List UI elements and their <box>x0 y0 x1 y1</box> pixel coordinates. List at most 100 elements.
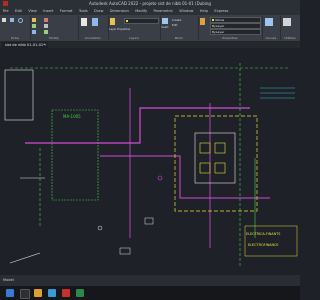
panel-room <box>174 115 258 212</box>
equipment-outline <box>4 69 34 121</box>
line-icon <box>2 18 6 22</box>
os-taskbar <box>0 286 300 300</box>
insert-label: Insert <box>161 26 169 29</box>
insert-block-button[interactable] <box>162 18 169 24</box>
model-space-label[interactable]: Model <box>3 278 14 282</box>
ribbon-group-label: Properties <box>222 36 238 40</box>
menu-item-format[interactable]: Format <box>57 7 75 15</box>
search-icon[interactable] <box>20 289 30 299</box>
rotate-icon <box>32 24 36 28</box>
ribbon-group-label: Layers <box>129 36 139 40</box>
ribbon-group-label: Draw <box>11 36 19 40</box>
menu-item-draw[interactable]: Draw <box>91 7 106 15</box>
cable-trunk <box>100 155 270 199</box>
dimension-icon <box>92 18 98 26</box>
ribbon-group-modify: Modify <box>30 16 79 40</box>
ribbon-group-draw: Draw <box>0 16 31 40</box>
text-icon <box>81 18 87 26</box>
ribbon-group-block: Insert Create Edit Block <box>160 16 199 40</box>
insert-block-icon <box>162 18 168 24</box>
layer-properties-button[interactable] <box>110 18 116 25</box>
match-properties-button[interactable] <box>200 18 206 25</box>
menu-item-edit[interactable]: Edit <box>12 7 24 15</box>
create-block-button[interactable]: Create <box>172 18 181 22</box>
polyline-tool-button[interactable] <box>10 18 15 22</box>
legend-title: ELECTRICA-FINANTS <box>246 232 280 236</box>
ribbon: Draw Modify Annotation Layer Properties … <box>0 15 300 42</box>
menu-bar: File Edit View Insert Format Tools Draw … <box>0 7 300 15</box>
menu-item-parametric[interactable]: Parametric <box>151 7 176 15</box>
move-icon <box>32 18 36 22</box>
cable-trunk <box>25 107 250 144</box>
browser-icon[interactable] <box>48 289 56 297</box>
device-symbol <box>144 217 154 225</box>
stretch-button[interactable] <box>44 30 49 34</box>
folder-icon[interactable] <box>34 289 42 297</box>
group-button[interactable] <box>265 18 274 26</box>
copy-button[interactable] <box>32 30 37 34</box>
app-icon[interactable] <box>76 289 84 297</box>
ribbon-group-label: Groups <box>265 36 277 40</box>
breaker-block <box>214 162 226 174</box>
drawing-canvas[interactable]: MA-1005 ELECTRICA-FINANTS ELECTROFINANCE <box>0 48 300 275</box>
ribbon-group-label: Block <box>174 36 184 40</box>
linetype-value: ByLayer <box>212 24 225 28</box>
menu-item-insert[interactable]: Insert <box>41 7 57 15</box>
drawing-svg[interactable]: MA-1005 ELECTRICA-FINANTS ELECTROFINANCE <box>0 48 300 275</box>
start-icon[interactable] <box>6 289 14 297</box>
move-button[interactable] <box>32 18 37 22</box>
line-tool-button[interactable] <box>2 18 7 22</box>
layer-properties-icon <box>110 18 115 25</box>
copy-icon <box>32 30 36 34</box>
layer-dropdown[interactable] <box>124 18 159 24</box>
leader-line <box>9 252 41 264</box>
panel-frame <box>194 132 236 184</box>
lineweight-dropdown[interactable]: ByLayer <box>210 29 261 35</box>
ribbon-group-utilities: Utilities <box>280 16 300 40</box>
stretch-icon <box>44 30 48 34</box>
room-outline <box>51 109 99 201</box>
menu-item-dimension[interactable]: Dimension <box>107 7 131 15</box>
color-value: Yellow <box>215 18 225 22</box>
mirror-button[interactable] <box>44 24 49 28</box>
autocad-window: Autodesk AutoCAD 2022 - projeto sist de … <box>0 0 300 300</box>
measure-icon <box>283 18 291 26</box>
menu-item-modify[interactable]: Modify <box>133 7 150 15</box>
ribbon-group-groups: Groups <box>262 16 281 40</box>
menu-item-file[interactable]: File <box>0 7 11 15</box>
rotate-button[interactable] <box>32 24 37 28</box>
polyline-icon <box>10 18 14 22</box>
menu-item-help[interactable]: Help <box>197 7 210 15</box>
legend-box <box>244 225 298 257</box>
annotation-line <box>260 87 295 99</box>
circle-icon <box>18 18 23 23</box>
breaker-block <box>199 142 211 154</box>
device-symbol <box>97 225 103 231</box>
menu-item-express[interactable]: Express <box>212 7 231 15</box>
menu-item-view[interactable]: View <box>26 7 40 15</box>
device-symbol <box>157 175 163 181</box>
mirror-icon <box>44 24 48 28</box>
ribbon-group-properties: Yellow ByLayer ByLayer Properties <box>198 16 263 40</box>
title-bar: Autodesk AutoCAD 2022 - projeto sist de … <box>0 0 300 7</box>
autocad-taskbar-icon[interactable] <box>62 289 70 297</box>
menu-item-window[interactable]: Window <box>177 7 196 15</box>
layer-color-icon <box>126 20 128 22</box>
color-swatch-icon <box>212 19 214 21</box>
dimension-button[interactable] <box>92 18 99 26</box>
edit-block-button[interactable]: Edit <box>172 23 177 27</box>
ribbon-group-label: Utilities <box>284 36 296 40</box>
ribbon-group-label: Modify <box>49 36 59 40</box>
match-properties-icon <box>200 18 205 25</box>
trim-button[interactable] <box>44 18 49 22</box>
breaker-block <box>214 142 226 154</box>
measure-button[interactable] <box>283 18 292 26</box>
device-symbol <box>119 247 131 255</box>
text-button[interactable] <box>81 18 88 26</box>
ribbon-group-label: Annotation <box>84 36 102 40</box>
trim-icon <box>44 18 48 22</box>
circle-tool-button[interactable] <box>18 18 24 23</box>
menu-item-tools[interactable]: Tools <box>76 7 90 15</box>
legend-subtitle: ELECTROFINANCE <box>248 243 279 247</box>
window-title: Autodesk AutoCAD 2022 - projeto sist de … <box>89 1 211 6</box>
